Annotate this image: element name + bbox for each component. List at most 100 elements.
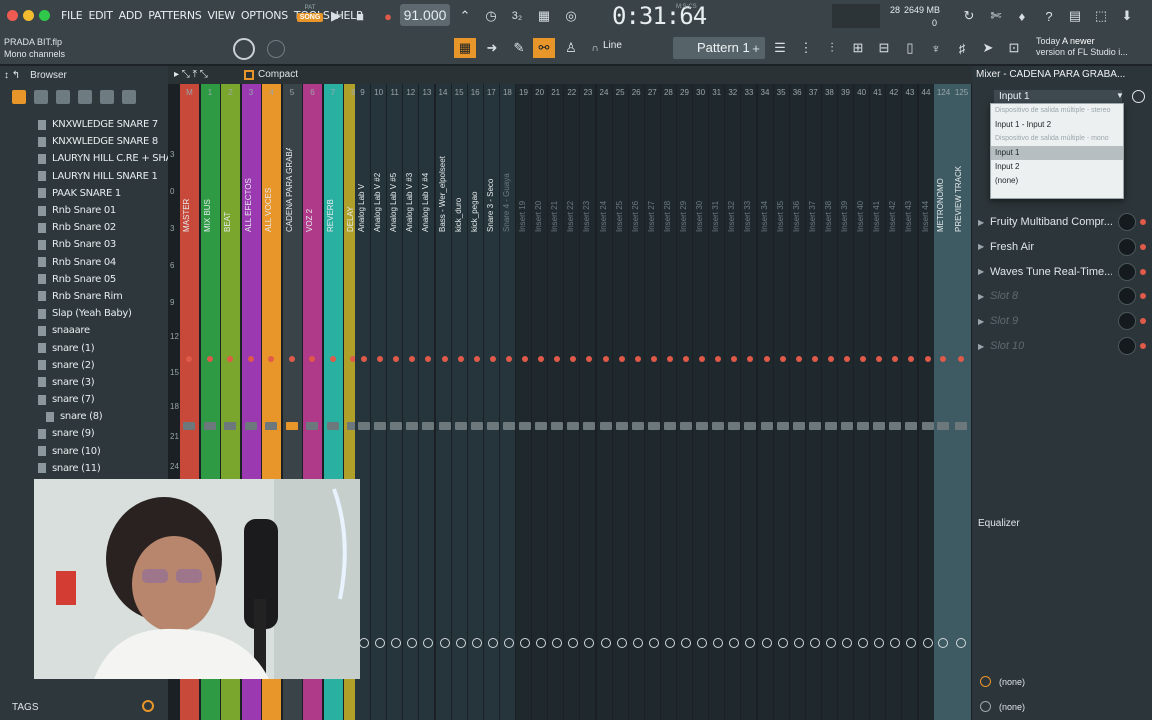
volume-fader[interactable] bbox=[728, 422, 741, 430]
piano-roll-icon[interactable]: ▦ bbox=[454, 38, 476, 58]
slot-expand-icon[interactable]: ▶ bbox=[978, 267, 990, 276]
pan-knob[interactable] bbox=[552, 638, 563, 648]
volume-fader[interactable] bbox=[551, 422, 564, 430]
pan-knob[interactable] bbox=[664, 638, 675, 648]
stamp-icon[interactable]: ♙ bbox=[560, 38, 582, 58]
master-pitch-knob[interactable] bbox=[267, 40, 285, 58]
volume-fader[interactable] bbox=[470, 422, 483, 430]
wait-input-icon[interactable]: ◷ bbox=[480, 6, 502, 26]
routing-output[interactable]: (none) bbox=[980, 701, 1025, 712]
pan-knob[interactable] bbox=[922, 638, 933, 648]
slot-expand-icon[interactable]: ▶ bbox=[978, 242, 990, 251]
mixer-track[interactable]: 23 Insert 23 bbox=[580, 84, 596, 720]
track-enable-led[interactable] bbox=[860, 356, 867, 362]
pan-knob[interactable] bbox=[648, 638, 659, 648]
pan-knob[interactable] bbox=[697, 638, 708, 648]
slot-enable-led[interactable] bbox=[1140, 293, 1146, 300]
pan-knob[interactable] bbox=[729, 638, 740, 648]
volume-fader[interactable] bbox=[285, 422, 298, 430]
pan-knob[interactable] bbox=[713, 638, 724, 648]
track-enable-led[interactable] bbox=[227, 356, 233, 362]
mixer-track[interactable]: 35 Insert 35 bbox=[773, 84, 789, 720]
browser-file-item[interactable]: LAURYN HILL C.RE + SHAKER 1 bbox=[0, 150, 200, 167]
mixer-track[interactable]: 11 Analog Lab V #5 bbox=[387, 84, 403, 720]
track-enable-led[interactable] bbox=[634, 356, 641, 362]
slot-mix-knob[interactable] bbox=[1118, 337, 1136, 355]
slot-expand-icon[interactable]: ▶ bbox=[978, 342, 990, 351]
browser-file-item[interactable]: snare (2) bbox=[0, 357, 168, 374]
volume-fader[interactable] bbox=[502, 422, 515, 430]
browser-tags-icon[interactable] bbox=[56, 90, 70, 104]
effect-slot[interactable]: ▶ Fresh Air bbox=[978, 235, 1148, 259]
minimize-window-button[interactable] bbox=[23, 10, 34, 21]
close-window-button[interactable] bbox=[7, 10, 18, 21]
mixer-track[interactable]: 24 Insert 24 bbox=[596, 84, 612, 720]
pan-knob[interactable] bbox=[520, 638, 530, 648]
track-enable-led[interactable] bbox=[699, 356, 706, 362]
pan-knob[interactable] bbox=[439, 638, 450, 648]
pan-knob[interactable] bbox=[471, 638, 482, 648]
download-icon[interactable]: ⬇ bbox=[1116, 6, 1138, 26]
mixer-track[interactable]: 39 Insert 39 bbox=[838, 84, 853, 720]
arrow-icon[interactable]: ➜ bbox=[481, 38, 503, 58]
track-enable-led[interactable] bbox=[522, 356, 528, 362]
volume-fader[interactable] bbox=[696, 422, 709, 430]
volume-fader[interactable] bbox=[663, 422, 676, 430]
browser-file-item[interactable]: snare (7) bbox=[0, 391, 168, 408]
track-enable-led[interactable] bbox=[425, 356, 432, 362]
fl-cloud-icon[interactable]: ➤ bbox=[977, 38, 999, 58]
slot-enable-led[interactable] bbox=[1140, 318, 1146, 325]
track-enable-led[interactable] bbox=[924, 356, 931, 362]
volume-fader[interactable] bbox=[615, 422, 628, 430]
track-enable-led[interactable] bbox=[650, 356, 657, 362]
brush-icon[interactable]: ✎ bbox=[508, 38, 530, 58]
pan-knob[interactable] bbox=[503, 638, 514, 648]
pan-knob[interactable] bbox=[777, 638, 788, 648]
pan-knob[interactable] bbox=[407, 638, 418, 648]
effect-slot[interactable]: ▶ Slot 9 bbox=[978, 309, 1148, 333]
effect-slot[interactable]: ▶ Slot 10 bbox=[978, 334, 1148, 358]
mixer-track[interactable]: 32 Insert 32 bbox=[725, 84, 741, 720]
mixer-track[interactable]: 15 kick_duro bbox=[451, 84, 467, 720]
metronome-icon[interactable]: ⌃ bbox=[454, 6, 476, 26]
volume-fader[interactable] bbox=[744, 422, 757, 430]
volume-fader[interactable] bbox=[390, 422, 403, 430]
microphone-icon[interactable]: ♦ bbox=[1011, 6, 1033, 26]
volume-fader[interactable] bbox=[680, 422, 692, 430]
pan-knob[interactable] bbox=[793, 638, 804, 648]
mixer-track[interactable]: 16 kick_pegao bbox=[467, 84, 483, 720]
mixer-track[interactable]: 125 PREVIEW TRACK bbox=[952, 84, 971, 720]
volume-fader[interactable] bbox=[937, 422, 949, 430]
slot-enable-led[interactable] bbox=[1140, 243, 1146, 250]
browser-file-item[interactable]: snare (1) bbox=[0, 339, 168, 356]
browser-files-icon[interactable] bbox=[34, 90, 48, 104]
mixer-track[interactable]: 31 Insert 31 bbox=[709, 84, 725, 720]
browser-file-item[interactable]: snare (9) bbox=[0, 425, 168, 442]
mixer-track[interactable]: 36 Insert 36 bbox=[789, 84, 805, 720]
menu-view[interactable]: VIEW bbox=[204, 8, 237, 24]
browser-cloud-icon[interactable] bbox=[100, 90, 114, 104]
mixer-track[interactable]: 25 Insert 25 bbox=[612, 84, 628, 720]
save-icon[interactable]: ▤ bbox=[1064, 6, 1086, 26]
pan-knob[interactable] bbox=[858, 638, 869, 648]
mixer-track[interactable]: 42 Insert 42 bbox=[886, 84, 902, 720]
volume-fader[interactable] bbox=[265, 422, 277, 430]
track-enable-led[interactable] bbox=[844, 356, 850, 362]
mixer-tools-icon[interactable]: ▸ ⤡ ⤒ ⤡ bbox=[174, 69, 208, 80]
volume-fader[interactable] bbox=[567, 422, 580, 430]
browser-file-item[interactable]: Rnb Snare 05 bbox=[0, 271, 168, 288]
effect-slot[interactable]: ▶ Waves Tune Real-Time... bbox=[978, 260, 1148, 284]
browser-file-item[interactable]: KNXWLEDGE SNARE 7 bbox=[0, 116, 168, 133]
mixer-icon[interactable]: ⫶ bbox=[821, 38, 843, 58]
volume-fader[interactable] bbox=[873, 422, 886, 430]
browser-file-item[interactable]: Rnb Snare 01 bbox=[0, 202, 168, 219]
mixer-track[interactable]: 10 Analog Lab V #2 bbox=[371, 84, 387, 720]
volume-fader[interactable] bbox=[438, 422, 451, 430]
volume-fader[interactable] bbox=[358, 422, 370, 430]
help-icon[interactable]: ? bbox=[1038, 6, 1060, 26]
track-enable-led[interactable] bbox=[827, 356, 834, 362]
mixer-view-label[interactable]: Compact bbox=[258, 69, 298, 80]
tempo-display[interactable]: 91.000 bbox=[400, 4, 450, 26]
dropdown-option[interactable]: Input 1 bbox=[991, 146, 1123, 160]
browser-icon[interactable]: ⊟ bbox=[873, 38, 895, 58]
